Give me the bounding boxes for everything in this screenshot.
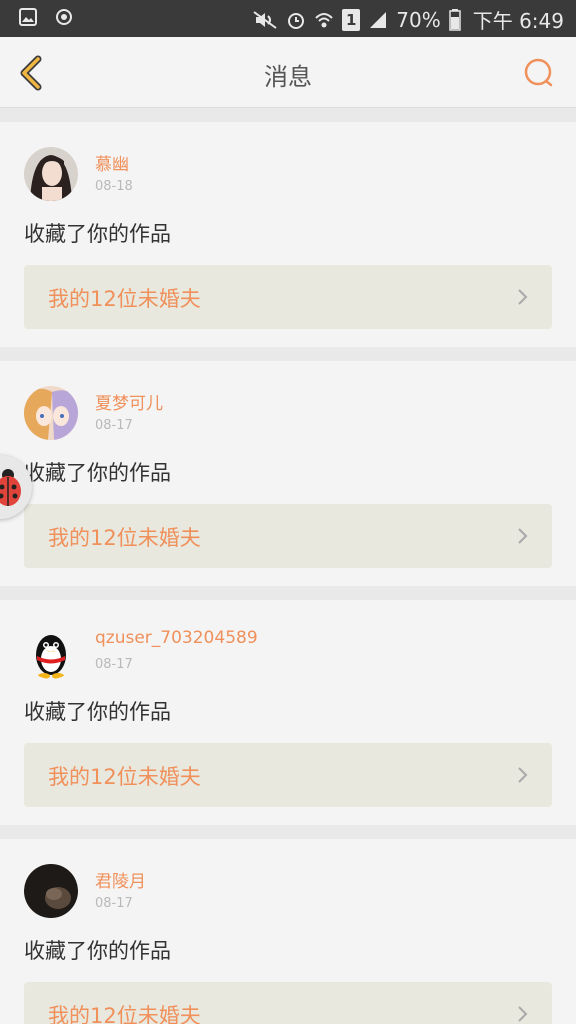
user-name[interactable]: 君陵月 <box>95 867 146 892</box>
work-title: 我的12位未婚夫 <box>48 287 201 311</box>
work-title: 我的12位未婚夫 <box>48 1004 201 1024</box>
message-date: 08-17 <box>95 418 133 433</box>
message-action: 收藏了你的作品 <box>24 700 171 724</box>
avatar-dark <box>24 864 78 918</box>
message-list: 慕幽 08-18 收藏了你的作品 我的12位未婚夫 夏梦可儿 08-17 收藏了… <box>0 108 576 1024</box>
divider <box>0 586 576 600</box>
alarm-icon <box>288 12 305 29</box>
status-bar: 1 70% 下午 6:49 <box>0 0 576 37</box>
search-icon <box>524 58 553 87</box>
image-icon <box>19 8 37 26</box>
work-title: 我的12位未婚夫 <box>48 526 201 550</box>
message-card: qzuser_703204589 08-17 收藏了你的作品 我的12位未婚夫 <box>0 600 576 825</box>
avatar[interactable] <box>24 864 78 918</box>
mute-icon <box>253 10 277 29</box>
chevron-right-icon <box>518 767 528 783</box>
battery-percent: 70% <box>396 7 441 32</box>
avatar[interactable] <box>24 625 78 679</box>
divider <box>0 825 576 839</box>
message-card: 夏梦可儿 08-17 收藏了你的作品 我的12位未婚夫 <box>0 361 576 586</box>
avatar[interactable] <box>24 147 78 201</box>
message-action: 收藏了你的作品 <box>24 461 171 485</box>
top-bar: 消息 <box>0 37 576 108</box>
chevron-right-icon <box>518 1006 528 1022</box>
avatar-girl <box>24 147 78 201</box>
search-button[interactable] <box>520 54 558 92</box>
work-link[interactable]: 我的12位未婚夫 <box>24 743 552 807</box>
message-action: 收藏了你的作品 <box>24 222 171 246</box>
circle-icon <box>56 9 72 25</box>
chevron-right-icon <box>518 528 528 544</box>
divider <box>0 347 576 361</box>
message-date: 08-18 <box>95 179 133 194</box>
divider <box>0 108 576 122</box>
chevron-right-icon <box>518 289 528 305</box>
message-date: 08-17 <box>95 657 133 672</box>
avatar-anime <box>24 386 78 440</box>
avatar[interactable] <box>24 386 78 440</box>
battery-icon <box>448 8 461 31</box>
user-name[interactable]: 慕幽 <box>95 150 129 175</box>
work-link[interactable]: 我的12位未婚夫 <box>24 265 552 329</box>
work-link[interactable]: 我的12位未婚夫 <box>24 982 552 1024</box>
page-title: 消息 <box>264 63 312 91</box>
signal-icon <box>370 11 387 28</box>
clock: 下午 6:49 <box>472 9 564 33</box>
work-title: 我的12位未婚夫 <box>48 765 201 789</box>
wifi-icon <box>315 12 333 27</box>
message-action: 收藏了你的作品 <box>24 939 171 963</box>
sim-icon: 1 <box>342 8 361 31</box>
floating-button[interactable] <box>0 455 32 519</box>
avatar-penguin <box>24 625 78 679</box>
work-link[interactable]: 我的12位未婚夫 <box>24 504 552 568</box>
ladybug-icon <box>0 469 21 506</box>
user-name[interactable]: 夏梦可儿 <box>95 389 163 414</box>
message-card: 君陵月 08-17 收藏了你的作品 我的12位未婚夫 <box>0 839 576 1024</box>
message-date: 08-17 <box>95 896 133 911</box>
message-card: 慕幽 08-18 收藏了你的作品 我的12位未婚夫 <box>0 122 576 347</box>
user-name[interactable]: qzuser_703204589 <box>95 628 258 648</box>
